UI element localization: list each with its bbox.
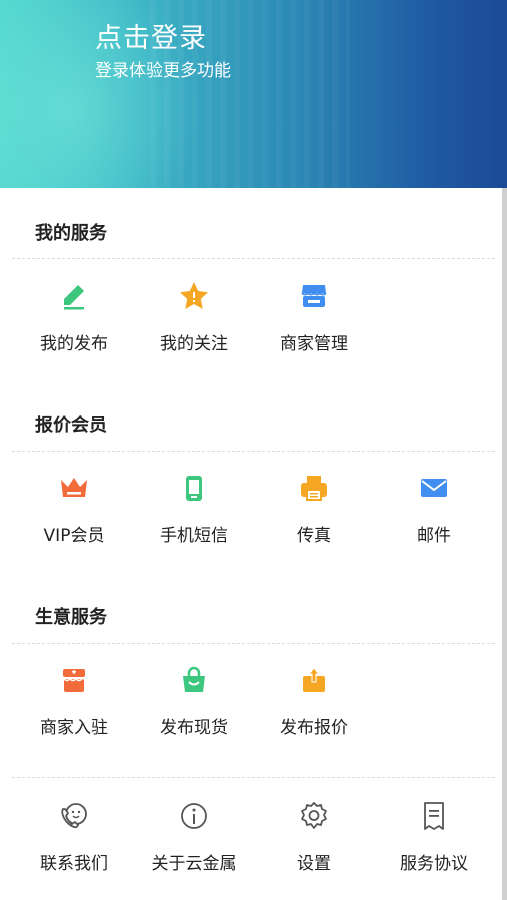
fax-icon (297, 471, 331, 505)
grid-item-label: 商家管理 (280, 334, 348, 354)
mail-icon (417, 471, 451, 505)
crown-icon (57, 471, 91, 505)
section-title-my-services: 我的服务 (35, 223, 107, 244)
login-header[interactable]: 点击登录 登录体验更多功能 (0, 0, 507, 188)
grid-item-label: 手机短信 (160, 526, 228, 546)
grid-item-label: 服务协议 (400, 854, 468, 874)
login-title[interactable]: 点击登录 (95, 16, 207, 55)
grid-item-label: 关于云金属 (151, 854, 237, 874)
pencil-icon (57, 279, 91, 313)
section-title-business-services: 生意服务 (35, 607, 107, 628)
upload-box-icon (297, 663, 331, 697)
grid-item-label: 商家入驻 (40, 718, 108, 738)
grid-item-about[interactable]: 关于云金属 (134, 799, 254, 874)
document-icon (417, 799, 451, 833)
scrollbar[interactable] (502, 188, 507, 900)
grid-item-mail[interactable]: 邮件 (374, 471, 494, 546)
grid-item-label: 邮件 (417, 526, 451, 546)
grid-item-merchant-management[interactable]: 商家管理 (254, 279, 374, 354)
grid-item-label: 我的发布 (40, 334, 108, 354)
divider (12, 643, 495, 644)
grid-item-vip-member[interactable]: VIP会员 (14, 471, 134, 546)
grid-item-contact-us[interactable]: 联系我们 (14, 799, 134, 874)
grid-item-label: 联系我们 (40, 854, 108, 874)
grid-item-service-agreement[interactable]: 服务协议 (374, 799, 494, 874)
login-subtitle: 登录体验更多功能 (95, 61, 231, 81)
grid-item-label: 设置 (297, 854, 331, 874)
grid-item-my-posts[interactable]: 我的发布 (14, 279, 134, 354)
grid-item-label: VIP会员 (43, 526, 105, 546)
grid-item-label: 发布报价 (280, 718, 348, 738)
grid-item-fax[interactable]: 传真 (254, 471, 374, 546)
grid-item-sms[interactable]: 手机短信 (134, 471, 254, 546)
support-phone-icon (57, 799, 91, 833)
grid-item-label: 发布现货 (160, 718, 228, 738)
shop-entry-icon (57, 663, 91, 697)
divider (12, 777, 495, 778)
divider (12, 258, 495, 259)
star-icon (177, 279, 211, 313)
bag-icon (177, 663, 211, 697)
info-icon (177, 799, 211, 833)
gear-icon (297, 799, 331, 833)
store-icon (297, 279, 331, 313)
grid-item-my-follows[interactable]: 我的关注 (134, 279, 254, 354)
grid-item-settings[interactable]: 设置 (254, 799, 374, 874)
section-title-quote-members: 报价会员 (35, 415, 107, 436)
grid-item-label: 传真 (297, 526, 331, 546)
divider (12, 451, 495, 452)
grid-item-merchant-entry[interactable]: 商家入驻 (14, 663, 134, 738)
grid-item-publish-quote[interactable]: 发布报价 (254, 663, 374, 738)
grid-item-label: 我的关注 (160, 334, 228, 354)
phone-icon (177, 471, 211, 505)
grid-item-publish-stock[interactable]: 发布现货 (134, 663, 254, 738)
